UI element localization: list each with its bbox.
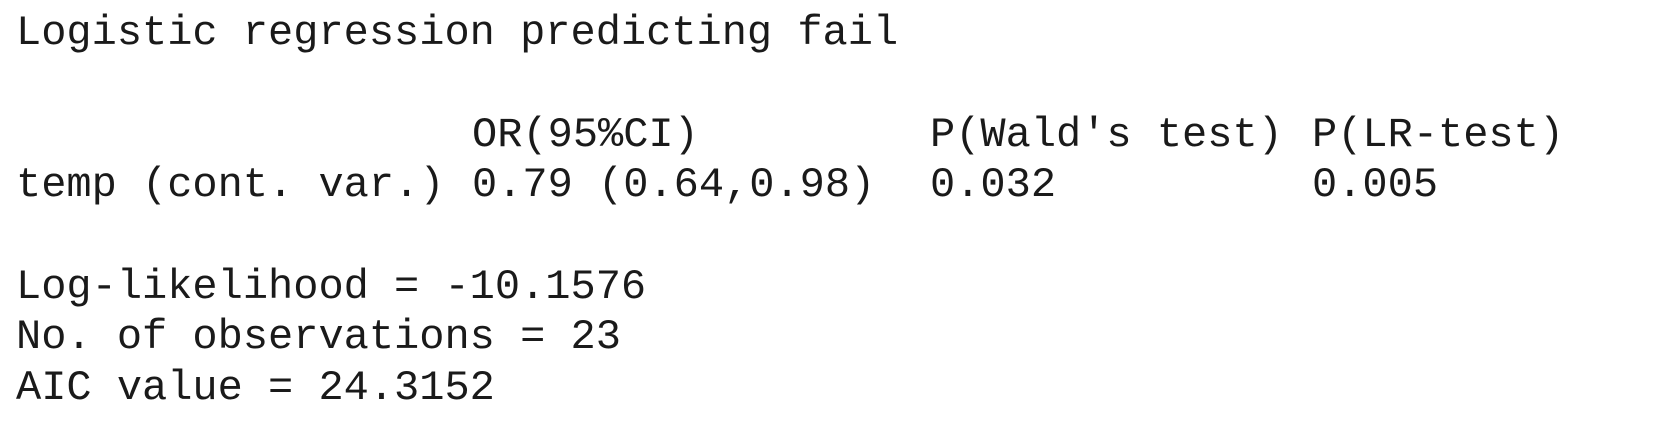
header-p-wald: P(Wald's test) bbox=[930, 111, 1283, 159]
row-variable: temp (cont. var.) bbox=[16, 161, 445, 209]
log-likelihood: Log-likelihood = -10.1576 bbox=[16, 263, 647, 311]
output-title: Logistic regression predicting fail bbox=[16, 9, 899, 57]
row-or-ci: 0.79 (0.64,0.98) bbox=[472, 161, 876, 209]
observation-count: No. of observations = 23 bbox=[16, 313, 621, 361]
header-p-lr: P(LR-test) bbox=[1312, 111, 1565, 159]
aic-value: AIC value = 24.3152 bbox=[16, 364, 495, 412]
row-p-wald: 0.032 bbox=[930, 161, 1057, 209]
header-or-ci: OR(95%CI) bbox=[472, 111, 699, 159]
row-p-lr: 0.005 bbox=[1312, 161, 1439, 209]
